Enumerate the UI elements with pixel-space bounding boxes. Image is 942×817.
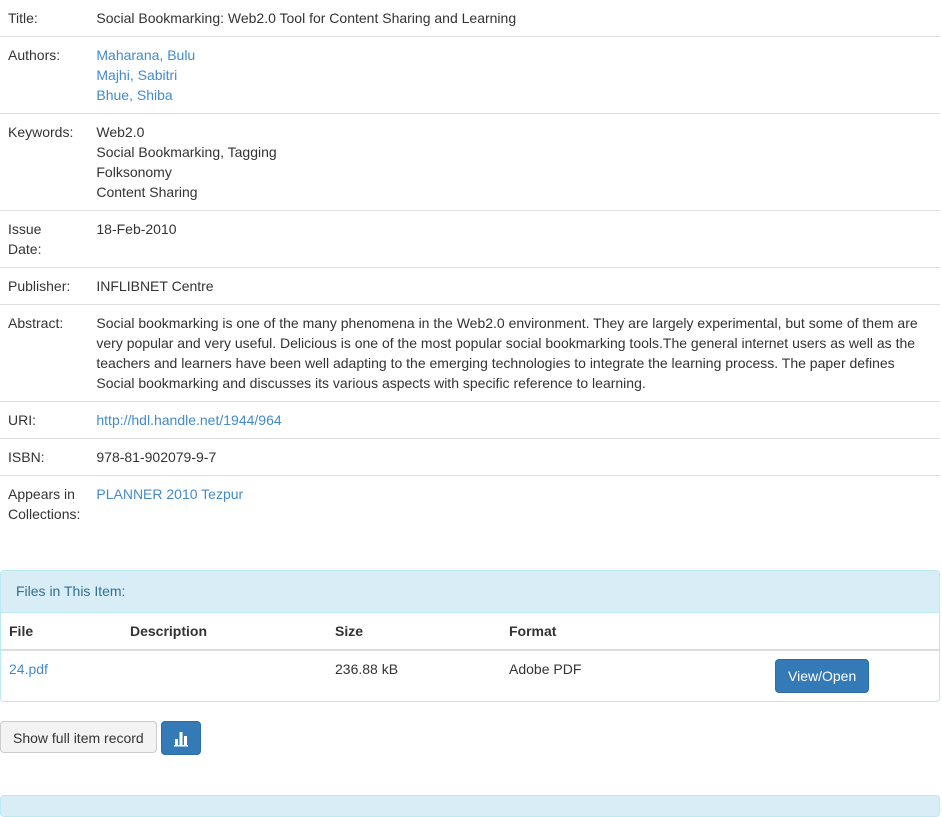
column-header-actions xyxy=(762,613,939,651)
issue-date-label: Issue Date: xyxy=(0,210,89,268)
abstract-label: Abstract: xyxy=(0,304,89,402)
authors-row: Authors: Maharana, Bulu Majhi, Sabitri B… xyxy=(0,36,940,114)
title-label: Title: xyxy=(8,10,38,26)
collection-link[interactable]: PLANNER 2010 Tezpur xyxy=(96,486,243,502)
files-table: File Description Size Format 24.pdf 236.… xyxy=(1,613,939,701)
keywords-row: Keywords: Web2.0 Social Bookmarking, Tag… xyxy=(0,113,940,211)
issue-date-label-line1: Issue xyxy=(8,221,42,237)
collections-cell: PLANNER 2010 Tezpur xyxy=(88,475,940,532)
authors-list: Maharana, Bulu Majhi, Sabitri Bhue, Shib… xyxy=(88,36,940,114)
author-link[interactable]: Majhi, Sabitri xyxy=(96,65,932,85)
column-header-file: File xyxy=(1,613,122,651)
abstract-value: Social bookmarking is one of the many ph… xyxy=(88,304,940,402)
action-cell: View/Open xyxy=(762,650,939,701)
files-panel-heading: Files in This Item: xyxy=(1,571,939,613)
file-cell: 24.pdf xyxy=(1,650,122,701)
column-header-format: Format xyxy=(501,613,762,651)
files-header-row: File Description Size Format xyxy=(1,613,939,651)
authors-label: Authors: xyxy=(0,36,89,114)
column-header-description: Description xyxy=(122,613,327,651)
bar-chart-icon xyxy=(174,732,188,747)
issue-date-label-line2: Date: xyxy=(8,241,42,257)
publisher-value: INFLIBNET Centre xyxy=(88,267,940,305)
uri-link[interactable]: http://hdl.handle.net/1944/964 xyxy=(96,412,281,428)
keyword: Social Bookmarking, Tagging xyxy=(96,144,277,160)
collections-label: Appears in Collections: xyxy=(0,475,89,532)
keywords-label: Keywords: xyxy=(0,113,89,211)
author-link[interactable]: Bhue, Shiba xyxy=(96,85,932,105)
keywords-list: Web2.0 Social Bookmarking, Tagging Folks… xyxy=(88,113,940,211)
view-open-button[interactable]: View/Open xyxy=(775,659,870,693)
collections-row: Appears in Collections: PLANNER 2010 Tez… xyxy=(0,475,940,532)
title-row: Title: Social Bookmarking: Web2.0 Tool f… xyxy=(0,0,940,37)
isbn-value: 978-81-902079-9-7 xyxy=(88,438,940,476)
table-row: 24.pdf 236.88 kB Adobe PDF View/Open xyxy=(1,650,939,701)
keyword: Folksonomy xyxy=(96,164,172,180)
title-value: Social Bookmarking: Web2.0 Tool for Cont… xyxy=(96,10,517,26)
collections-label-line1: Appears in xyxy=(8,486,75,502)
item-page: Title: Social Bookmarking: Web2.0 Tool f… xyxy=(0,0,942,817)
isbn-label: ISBN: xyxy=(0,438,89,476)
publisher-label: Publisher: xyxy=(0,267,89,305)
keyword: Content Sharing xyxy=(96,184,198,200)
uri-cell: http://hdl.handle.net/1944/964 xyxy=(88,401,940,439)
issue-date-value: 18-Feb-2010 xyxy=(88,210,940,268)
statistics-button[interactable] xyxy=(161,721,201,755)
isbn-row: ISBN: 978-81-902079-9-7 xyxy=(0,438,940,476)
uri-row: URI: http://hdl.handle.net/1944/964 xyxy=(0,401,940,439)
item-metadata-table: Title: Social Bookmarking: Web2.0 Tool f… xyxy=(0,0,940,532)
publisher-row: Publisher: INFLIBNET Centre xyxy=(0,267,940,305)
column-header-size: Size xyxy=(327,613,501,651)
author-link[interactable]: Maharana, Bulu xyxy=(96,45,932,65)
collections-label-line2: Collections: xyxy=(8,506,81,522)
file-link[interactable]: 24.pdf xyxy=(9,661,48,677)
show-full-record-button[interactable]: Show full item record xyxy=(0,721,157,753)
uri-label: URI: xyxy=(0,401,89,439)
abstract-row: Abstract: Social bookmarking is one of t… xyxy=(0,304,940,402)
description-cell xyxy=(122,650,327,701)
files-panel: Files in This Item: File Description Siz… xyxy=(0,570,940,702)
next-panel xyxy=(0,795,940,817)
issue-date-row: Issue Date: 18-Feb-2010 xyxy=(0,210,940,268)
format-cell: Adobe PDF xyxy=(509,661,582,677)
keyword: Web2.0 xyxy=(96,124,145,140)
size-cell: 236.88 kB xyxy=(335,661,399,677)
